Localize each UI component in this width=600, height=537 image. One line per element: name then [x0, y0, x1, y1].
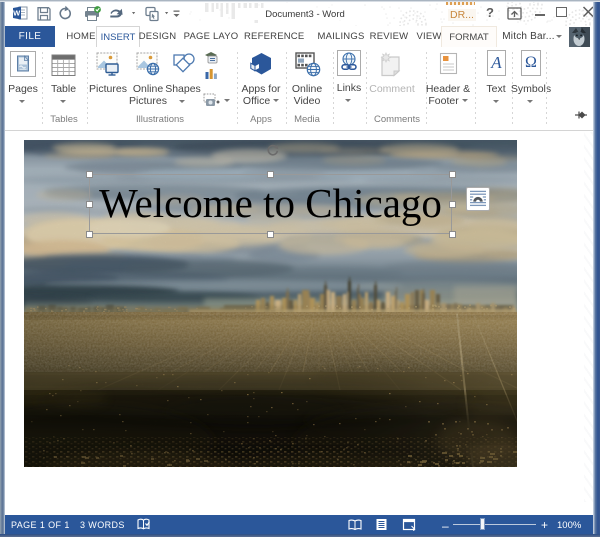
svg-text:W: W — [13, 9, 21, 18]
